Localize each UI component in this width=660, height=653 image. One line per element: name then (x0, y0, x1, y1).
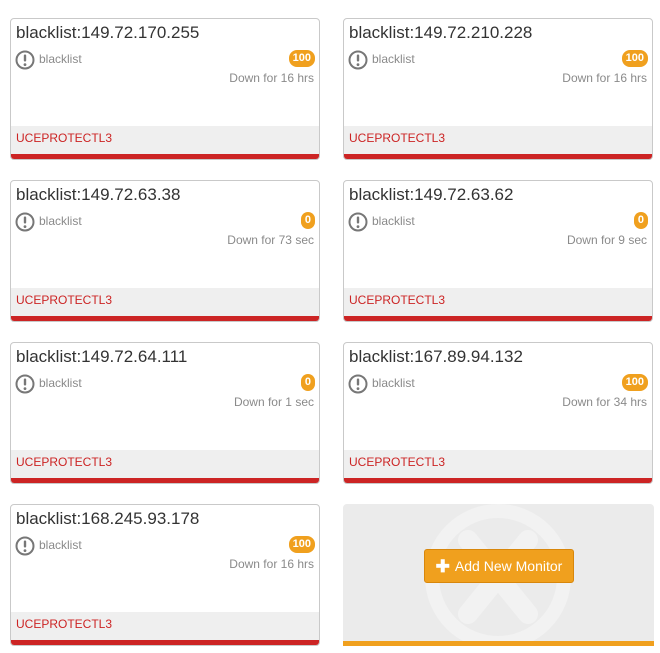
down-duration: Down for 9 sec (566, 233, 647, 247)
monitor-grid: blacklist:149.72.170.255 blacklist 100 D… (0, 0, 660, 653)
monitor-title[interactable]: blacklist:167.89.94.132 (349, 347, 523, 367)
status-badge: 100 (621, 50, 648, 67)
provider-label: UCEPROTECTL3 (349, 455, 446, 469)
monitor-card[interactable]: blacklist:167.89.94.132 blacklist 100 Do… (343, 342, 653, 484)
monitor-card[interactable]: blacklist:149.72.64.111 blacklist 0 Down… (10, 342, 320, 484)
monitor-card[interactable]: blacklist:168.245.93.178 blacklist 100 D… (10, 504, 320, 646)
monitor-type-label: blacklist (39, 538, 82, 552)
monitor-type-label: blacklist (372, 214, 415, 228)
monitor-footer: UCEPROTECTL3 (11, 288, 319, 321)
status-badge: 0 (633, 212, 648, 229)
down-duration: Down for 16 hrs (229, 557, 314, 571)
provider-label: UCEPROTECTL3 (16, 455, 113, 469)
down-duration: Down for 16 hrs (229, 71, 314, 85)
down-duration: Down for 34 hrs (562, 395, 647, 409)
add-new-monitor-label: Add New Monitor (454, 558, 563, 574)
monitor-type-label: blacklist (39, 214, 82, 228)
monitor-title[interactable]: blacklist:149.72.210.228 (349, 23, 532, 43)
monitor-footer: UCEPROTECTL3 (344, 288, 652, 321)
provider-label: UCEPROTECTL3 (16, 293, 113, 307)
monitor-footer: UCEPROTECTL3 (11, 450, 319, 483)
down-duration: Down for 16 hrs (562, 71, 647, 85)
monitor-footer: UCEPROTECTL3 (11, 126, 319, 159)
monitor-type-label: blacklist (39, 376, 82, 390)
exclamation-icon (15, 50, 35, 70)
add-monitor-card: ✚ Add New Monitor (343, 504, 654, 646)
provider-label: UCEPROTECTL3 (349, 293, 446, 307)
provider-label: UCEPROTECTL3 (16, 617, 113, 631)
plus-icon: ✚ (435, 556, 450, 576)
monitor-card[interactable]: blacklist:149.72.170.255 blacklist 100 D… (10, 18, 320, 160)
monitor-footer: UCEPROTECTL3 (344, 126, 652, 159)
exclamation-icon (348, 374, 368, 394)
status-badge: 0 (300, 374, 315, 391)
provider-label: UCEPROTECTL3 (16, 131, 113, 145)
monitor-type-label: blacklist (372, 52, 415, 66)
status-badge: 100 (621, 374, 648, 391)
down-duration: Down for 1 sec (233, 395, 314, 409)
monitor-footer: UCEPROTECTL3 (11, 612, 319, 645)
monitor-card[interactable]: blacklist:149.72.63.62 blacklist 0 Down … (343, 180, 653, 322)
exclamation-icon (15, 212, 35, 232)
monitor-title[interactable]: blacklist:149.72.64.111 (16, 347, 187, 367)
monitor-type-label: blacklist (39, 52, 82, 66)
monitor-footer: UCEPROTECTL3 (344, 450, 652, 483)
monitor-title[interactable]: blacklist:149.72.63.62 (349, 185, 513, 205)
monitor-card[interactable]: blacklist:149.72.210.228 blacklist 100 D… (343, 18, 653, 160)
exclamation-icon (15, 536, 35, 556)
monitor-title[interactable]: blacklist:149.72.63.38 (16, 185, 180, 205)
status-badge: 100 (288, 50, 315, 67)
provider-label: UCEPROTECTL3 (349, 131, 446, 145)
monitor-card[interactable]: blacklist:149.72.63.38 blacklist 0 Down … (10, 180, 320, 322)
exclamation-icon (15, 374, 35, 394)
monitor-type-label: blacklist (372, 376, 415, 390)
monitor-title[interactable]: blacklist:168.245.93.178 (16, 509, 199, 529)
exclamation-icon (348, 212, 368, 232)
status-badge: 100 (288, 536, 315, 553)
status-badge: 0 (300, 212, 315, 229)
monitor-title[interactable]: blacklist:149.72.170.255 (16, 23, 199, 43)
down-duration: Down for 73 sec (227, 233, 314, 247)
add-new-monitor-button[interactable]: ✚ Add New Monitor (424, 549, 574, 583)
exclamation-icon (348, 50, 368, 70)
